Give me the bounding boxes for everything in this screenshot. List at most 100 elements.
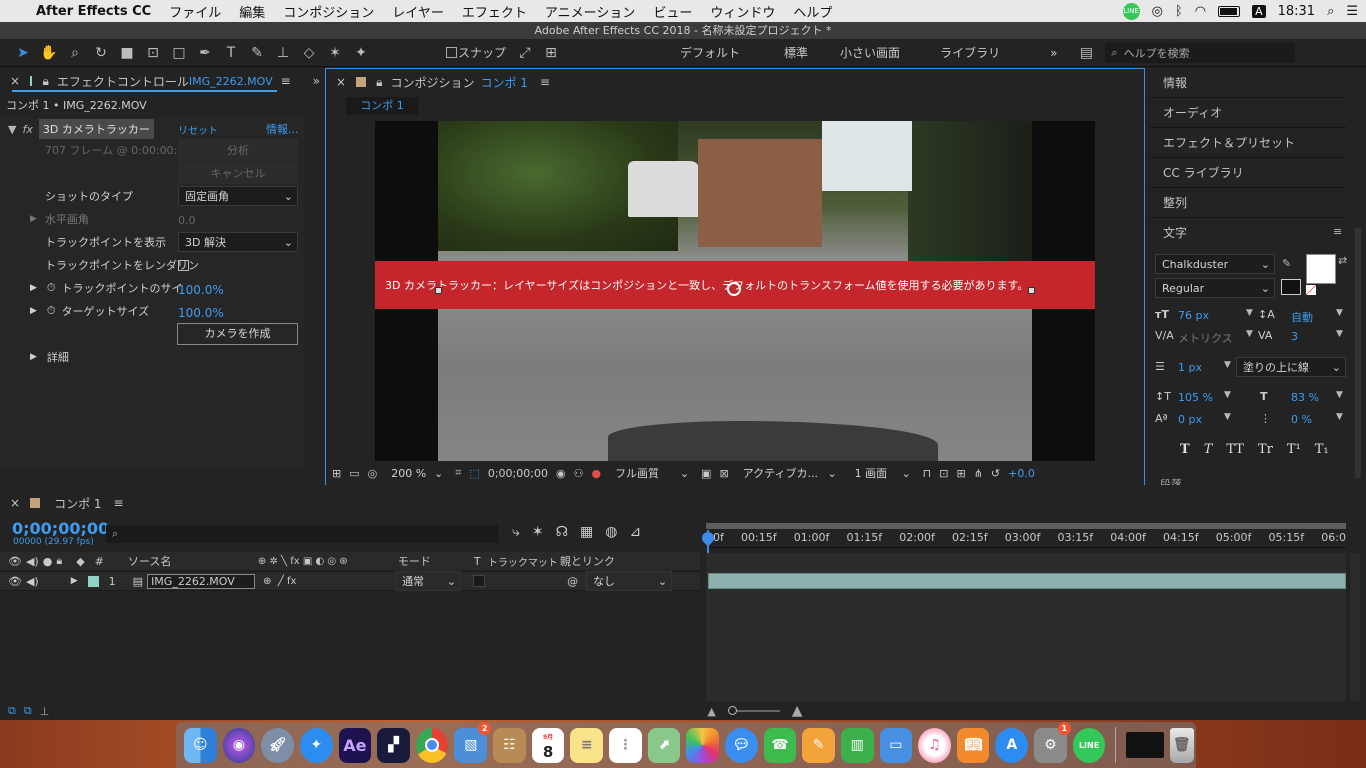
swap-colors-icon[interactable]: ⇄ [1338,254,1347,267]
snapshot-icon[interactable]: ◉ [556,467,566,480]
chevron-down-icon[interactable]: ▼ [1336,412,1343,422]
pan-behind-tool-icon[interactable]: ⊡ [140,41,166,65]
selection-tool-icon[interactable]: ➤ [10,41,36,65]
toggle-switches-icon[interactable]: ⧉ [8,704,16,718]
zoom-tool-icon[interactable]: ⌕ [62,41,88,65]
menu-edit[interactable]: 編集 [239,2,265,21]
system-preferences-icon[interactable]: ⚙ 1 [1034,721,1071,763]
timeline-timecode[interactable]: 0;00;00;00 [12,519,109,538]
parent-column[interactable]: 親とリンク [560,553,615,569]
zoom-in-icon[interactable]: ▲ [792,703,803,719]
maps-icon[interactable]: ⬈ [647,727,681,763]
audio-switch-icon[interactable]: ◀) [26,555,39,568]
itunes-icon[interactable]: ♫ [918,727,951,763]
layer-handle-right[interactable] [1028,287,1035,294]
solo-icon[interactable]: ● [43,555,53,568]
exposure-value[interactable]: +0.0 [1008,467,1035,480]
chrome-icon[interactable] [415,727,449,763]
faux-italic-button[interactable]: T [1204,442,1213,457]
horizontal-scale-value[interactable]: 83 % [1291,391,1319,404]
roto-brush-tool-icon[interactable]: ✶ [322,41,348,65]
views-select[interactable]: 1 画面 ⌄ [848,463,915,483]
messages-icon[interactable]: 💬︎ [724,727,758,763]
baseline-shift-value[interactable]: 0 px [1178,413,1202,426]
menu-effect[interactable]: エフェクト [462,2,527,21]
wifi-icon[interactable]: ◠ [1195,4,1206,19]
comp-sub-tab[interactable]: コンポ 1 [346,97,418,115]
chevron-down-icon[interactable]: ▼ [1224,360,1231,370]
eyedropper-icon[interactable]: ✎ [1282,257,1291,270]
mode-column[interactable]: モード [398,553,474,569]
transparency-grid-icon[interactable]: ⊠ [719,467,728,480]
audio-panel-tab[interactable]: オーディオ [1150,98,1346,128]
source-name-column[interactable]: ソース名 [128,553,258,569]
app-store-icon[interactable]: A [995,727,1029,763]
superscript-button[interactable]: T¹ [1287,442,1301,457]
facetime-icon[interactable]: ☎ [763,727,797,763]
vertical-scale-value[interactable]: 105 % [1178,391,1213,404]
channel-icon[interactable]: ● [591,467,601,480]
layer-row[interactable]: 👁︎ ◀) ▶ 1 ▤ IMG_2262.MOV ⊕ ╱ fx 通常 ⌄ @ なし… [0,571,700,591]
line-status-icon[interactable]: LINE [1122,2,1140,20]
tracking-value[interactable]: 3 [1291,330,1298,343]
cancel-button[interactable]: キャンセル [178,162,298,184]
chevron-down-icon[interactable]: ▼ [1224,390,1231,400]
all-caps-button[interactable]: TT [1226,442,1244,457]
timecode-display[interactable]: 0;00;00;00 [488,467,548,480]
right-panel-scrollbar[interactable] [1355,228,1361,478]
chevron-down-icon[interactable]: ▼ [1246,329,1253,339]
font-family-select[interactable]: Chalkduster ⌄ [1155,254,1275,274]
reset-link[interactable]: リセット [178,122,218,137]
input-source-icon[interactable]: A [1252,4,1266,18]
finder-icon[interactable]: ☺ [184,727,217,763]
subscript-button[interactable]: T₁ [1315,442,1329,457]
comp-flowchart-icon[interactable]: ⤷ [512,524,520,540]
flowchart-icon[interactable]: ⋔ [974,467,983,480]
collapse-effect-icon[interactable]: ▼ [8,123,16,136]
rotate-tool-icon[interactable]: ↻ [88,41,114,65]
tsume-value[interactable]: 0 % [1291,413,1312,426]
reminders-icon[interactable]: ⋮ [609,727,642,763]
motion-blur-icon[interactable]: ◍ [605,524,617,540]
roi-icon[interactable]: ▣ [701,467,711,480]
font-size-value[interactable]: 76 px [1178,309,1209,322]
stopwatch-icon[interactable]: ⏱ [47,281,56,295]
menu-layer[interactable]: レイヤー [392,2,444,21]
target-size-value[interactable]: 100.0% [178,302,224,324]
menu-file[interactable]: ファイル [169,2,221,21]
panel-menu-icon[interactable]: ≡ [540,75,550,89]
camera-tool-icon[interactable]: ■ [114,41,140,65]
launchpad-icon[interactable]: 🚀︎ [261,727,294,763]
close-icon[interactable]: × [10,496,20,510]
blend-mode-select[interactable]: 通常 ⌄ [395,571,462,591]
puppet-tool-icon[interactable]: ✦ [348,41,374,65]
app-menu[interactable]: After Effects CC [36,4,151,19]
spotlight-search-icon[interactable]: ⌕ [1327,4,1334,19]
zoom-slider-knob-icon[interactable] [727,706,737,715]
camera-select[interactable]: アクティブカ... ⌄ [736,463,841,483]
final-cut-icon[interactable]: ▞ [377,727,410,763]
mask-icon[interactable]: ⬚ [469,467,479,480]
info-panel-tab[interactable]: 情報 [1150,68,1346,98]
help-search-input[interactable]: ⌕ ヘルプを検索 [1105,42,1296,63]
creative-cloud-icon[interactable]: ◎ [1152,4,1163,19]
character-panel-title[interactable]: 文字 [1150,218,1346,248]
stopwatch-icon[interactable]: ⏱ [47,304,56,318]
comp-viewer[interactable]: 3D カメラトラッカー：レイヤーサイズはコンポジションと一致し、デフォルトのトラ… [375,121,1095,461]
expand-track-size-icon[interactable]: ▶ [30,283,37,293]
panel-menu-icon[interactable]: ≡ [1333,225,1342,238]
keynote-icon[interactable]: ▭ [879,727,913,763]
av-switch-icon[interactable]: 👁︎ [8,555,22,568]
after-effects-icon[interactable]: Ae [338,727,372,763]
small-caps-button[interactable]: Tr [1258,442,1273,457]
layer-switches[interactable]: ⊕ ╱ fx [263,576,395,587]
layer-duration-bar[interactable] [708,573,1346,589]
close-icon[interactable]: × [10,74,20,88]
font-style-select[interactable]: Regular ⌄ [1155,278,1275,298]
no-color-swatch[interactable] [1306,285,1316,295]
show-track-select[interactable]: 3D 解決 ⌄ [178,232,298,252]
workspace-small-screen[interactable]: 小さい画面 [840,44,900,61]
paragraph-panel-title[interactable]: 段落 [1160,476,1182,485]
layer-label-color[interactable] [87,575,99,587]
effects-presets-panel-tab[interactable]: エフェクト＆プリセット [1150,128,1346,158]
